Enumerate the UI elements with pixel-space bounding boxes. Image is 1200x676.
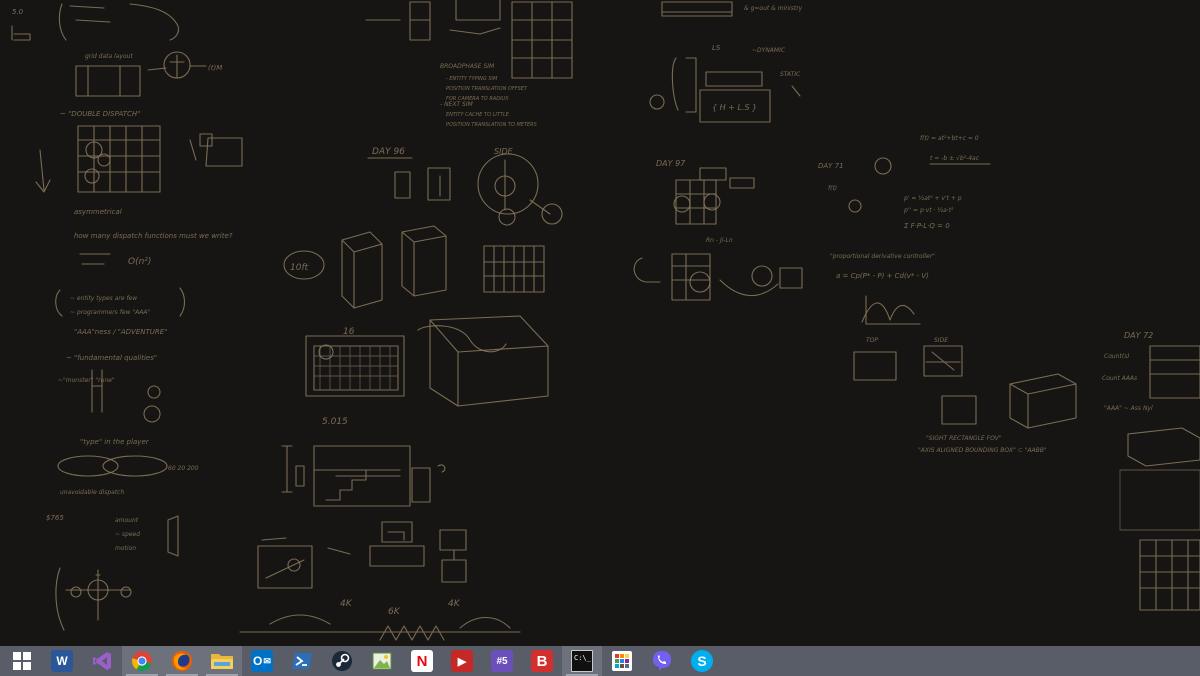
svg-text:~ "fundamental qualities": ~ "fundamental qualities" [66,354,157,362]
skype-icon: S [691,650,713,672]
svg-text:~"monster" "rune": ~"monster" "rune" [58,377,115,384]
word-icon: W [51,650,73,672]
svg-text:grid data layout: grid data layout [85,53,133,60]
svg-text:4K: 4K [448,599,461,609]
taskbar-skype[interactable]: S [682,646,722,676]
svg-text:& g=out & ministry: & g=out & ministry [744,5,803,12]
svg-text:POSITION TRANSLATION OFFSET: POSITION TRANSLATION OFFSET [446,86,528,92]
svg-text:10ft: 10ft [290,263,309,273]
svg-text:amount: amount [115,517,139,524]
taskbar-chrome[interactable] [122,646,162,676]
b-app-icon: B [531,650,553,672]
taskbar-visual-studio[interactable] [82,646,122,676]
taskbar-video-player[interactable]: ▶ [442,646,482,676]
taskbar-outlook[interactable]: O ✉ [242,646,282,676]
svg-text:p' = ½at² + v't + p: p' = ½at² + v't + p [903,195,962,202]
steam-icon [332,651,352,671]
terminal-icon: C:\_ [571,650,593,672]
svg-text:4K: 4K [340,599,353,609]
taskbar-netflix[interactable]: N [402,646,442,676]
svg-text:"AXIS ALIGNED BOUNDING BOX" ⊂: "AXIS ALIGNED BOUNDING BOX" ⊂ "AABB" [918,447,1047,454]
taskbar-image-viewer[interactable] [362,646,402,676]
taskbar-command-prompt[interactable]: C:\_ [562,646,602,676]
svg-text:LS: LS [712,44,721,52]
svg-text:6K: 6K [388,607,401,617]
svg-text:5.015: 5.015 [322,417,348,427]
svg-text:SIDE: SIDE [494,147,514,156]
svg-text:unavoidable dispatch: unavoidable dispatch [60,489,124,496]
svg-text:"type" in the player: "type" in the player [80,438,150,446]
svg-text:~ speed: ~ speed [115,531,140,538]
svg-text:t = -b ± √b²-4ac: t = -b ± √b²-4ac [930,155,980,162]
start-button[interactable] [2,646,42,676]
svg-text:SIDE: SIDE [934,337,948,344]
svg-text:TOP: TOP [866,337,878,344]
svg-text:DAY 71: DAY 71 [818,162,844,170]
svg-text:~DYNAMIC: ~DYNAMIC [752,47,786,54]
svg-text:Count AAAs: Count AAAs [1102,375,1137,382]
taskbar-hashtag-app[interactable]: #5 [482,646,522,676]
svg-text:$765: $765 [46,514,64,522]
svg-text:"SIGHT RECTANGLE FOV": "SIGHT RECTANGLE FOV" [926,435,1002,442]
taskbar-steam[interactable] [322,646,362,676]
svg-text:BROADPHASE SIM: BROADPHASE SIM [440,63,495,70]
taskbar: W O ✉ N ▶ #5 B C:\_ S [0,646,1200,676]
svg-text:f(t): f(t) [828,185,837,192]
svg-text:{ H + L.S }: { H + L.S } [712,103,757,112]
svg-text:Count(s): Count(s) [1104,353,1130,360]
powershell-icon [292,653,312,669]
folder-icon [211,654,233,669]
taskbar-b-app[interactable]: B [522,646,562,676]
svg-text:~ entity types are few: ~ entity types are few [70,295,137,302]
apps-grid-icon [612,651,632,671]
svg-text:POSITION TRANSLATION TO METERS: POSITION TRANSLATION TO METERS [446,122,538,128]
svg-text:Σ F·P-L·Q = 0: Σ F·P-L·Q = 0 [904,222,950,230]
svg-text:ENTITY CACHE TO LITTLE: ENTITY CACHE TO LITTLE [446,112,510,118]
sketch-notes-wallpaper: 5.0 grid data layout (t)M ~ "DOUBLE DISP… [11,0,1200,641]
svg-text:- NEXT SIM: - NEXT SIM [440,101,474,108]
visual-studio-icon [93,652,111,670]
svg-text:~ programmers few "AAA": ~ programmers few "AAA" [70,309,150,316]
taskbar-file-explorer[interactable] [202,646,242,676]
svg-text:(t)M: (t)M [208,64,222,72]
outlook-icon: O ✉ [251,650,273,672]
chrome-icon [131,651,152,672]
svg-text:Rn - Ji-Ln: Rn - Ji-Ln [706,237,733,244]
taskbar-firefox[interactable] [162,646,202,676]
windows-logo-icon [13,652,31,670]
svg-text:DAY 97: DAY 97 [656,159,686,168]
hashtag-app-icon: #5 [491,650,513,672]
svg-text:60 20 200: 60 20 200 [168,465,199,472]
svg-text:STATIC: STATIC [780,71,801,78]
svg-text:motion: motion [115,545,136,552]
play-icon: ▶ [451,650,473,672]
viber-icon [653,651,671,671]
svg-text:5.0: 5.0 [12,8,24,16]
svg-text:O(n²): O(n²) [128,257,151,267]
firefox-icon [172,651,192,671]
taskbar-word[interactable]: W [42,646,82,676]
svg-text:how many dispatch functions mu: how many dispatch functions must we writ… [74,232,233,240]
taskbar-viber[interactable] [642,646,682,676]
desktop-wallpaper: 5.0 grid data layout (t)M ~ "DOUBLE DISP… [0,0,1200,646]
svg-text:p'' = p·vt · ½a·t²: p'' = p·vt · ½a·t² [903,207,954,214]
svg-text:"AAA"ness / "ADVENTURE": "AAA"ness / "ADVENTURE" [74,328,167,336]
landscape-image-icon [372,652,392,670]
svg-text:"proportional derivative contr: "proportional derivative controller" [830,253,935,260]
svg-text:f(t) = at²+bt+c = 0: f(t) = at²+bt+c = 0 [920,135,979,142]
svg-text:a = Cp(P* - P) + Cd(v* - V): a = Cp(P* - P) + Cd(v* - V) [836,272,929,280]
taskbar-store-apps[interactable] [602,646,642,676]
svg-text:DAY 96: DAY 96 [372,147,405,157]
svg-text:DAY 72: DAY 72 [1124,331,1153,340]
netflix-icon: N [411,650,433,672]
svg-text:asymmetrical: asymmetrical [74,208,122,216]
taskbar-powershell[interactable] [282,646,322,676]
svg-text:"AAA" ~ Ass Nyl: "AAA" ~ Ass Nyl [1104,405,1153,412]
svg-text:- ENTITY TYPING SIM: - ENTITY TYPING SIM [446,76,498,82]
svg-text:~ "DOUBLE DISPATCH": ~ "DOUBLE DISPATCH" [60,110,140,118]
